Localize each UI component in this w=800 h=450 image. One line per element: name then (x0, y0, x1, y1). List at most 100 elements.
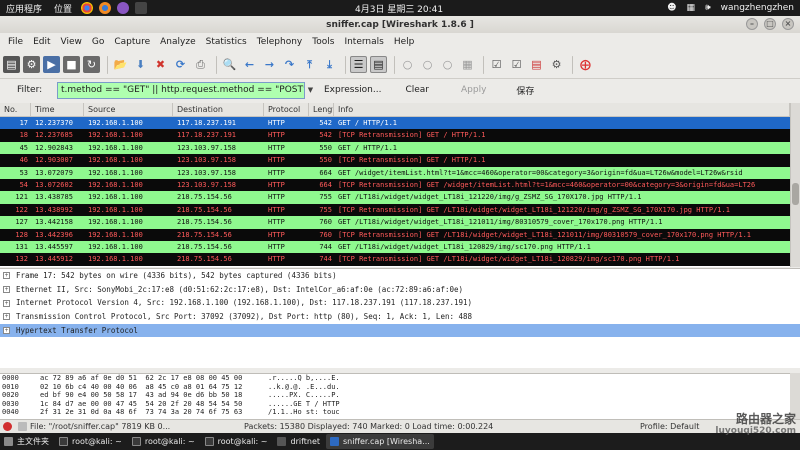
task-home-folder[interactable]: 主文件夹 (0, 434, 53, 449)
volume-icon[interactable]: 🕪 (705, 3, 711, 13)
zoom-normal-icon[interactable]: ○ (439, 56, 456, 73)
hex-row[interactable]: 0000 ac 72 89 a6 af 0e d0 51 62 2c 17 e8 … (0, 374, 790, 383)
column-header-info[interactable]: Info (334, 103, 790, 116)
goto-icon[interactable]: ↷ (281, 56, 298, 73)
save-file-icon[interactable]: ⬇ (132, 56, 149, 73)
detail-row[interactable]: + Frame 17: 542 bytes on wire (4336 bits)… (0, 269, 800, 283)
expert-info-icon[interactable] (3, 422, 12, 431)
table-row[interactable]: 17 12.237370 192.168.1.100 117.18.237.191 HT… (0, 117, 790, 130)
first-packet-icon[interactable]: ⤒ (301, 56, 318, 73)
apply-button[interactable]: Apply (461, 85, 486, 95)
table-row[interactable]: 128 13.442396 192.168.1.100 218.75.154.56 HT… (0, 228, 790, 241)
menu-analyze[interactable]: Analyze (155, 37, 200, 47)
media-player-icon[interactable] (117, 2, 130, 14)
table-row[interactable]: 54 13.072602 192.168.1.100 123.103.97.158 HT… (0, 178, 790, 192)
preferences-icon[interactable]: ⚙ (548, 56, 565, 73)
task-driftnet[interactable]: driftnet (273, 434, 324, 449)
minimize-icon[interactable]: – (746, 18, 758, 30)
start-capture-icon[interactable]: ▶ (43, 56, 60, 73)
network-icon[interactable]: ▦ (686, 3, 695, 13)
task-terminal-2[interactable]: root@kali: ~ (128, 434, 199, 449)
maximize-icon[interactable]: □ (764, 18, 776, 30)
menu-edit[interactable]: Edit (28, 37, 55, 47)
expand-icon[interactable]: + (3, 272, 10, 280)
back-icon[interactable]: ← (241, 56, 258, 73)
menu-telephony[interactable]: Telephony (252, 37, 308, 47)
save-filter-button[interactable]: 保存 (516, 84, 534, 97)
scrollbar-thumb[interactable] (792, 183, 799, 205)
close-icon[interactable]: × (782, 18, 794, 30)
menu-internals[interactable]: Internals (339, 37, 388, 47)
table-row[interactable]: 46 12.903007 192.168.1.100 123.103.97.158 HT… (0, 154, 790, 167)
detail-row[interactable]: + Ethernet II, Src: SonyMobi_2c:17:e8 (d0… (0, 283, 800, 297)
find-icon[interactable]: 🔍 (221, 56, 238, 73)
interface-list-icon[interactable]: ▤ (3, 56, 20, 73)
open-file-icon[interactable]: 📂 (112, 56, 129, 73)
close-file-icon[interactable]: ✖ (152, 56, 169, 73)
column-header-protocol[interactable]: Protocol (264, 103, 309, 116)
coloring-rules-icon[interactable]: ▤ (528, 56, 545, 73)
last-packet-icon[interactable]: ⤓ (321, 56, 338, 73)
expand-icon[interactable]: + (3, 299, 10, 307)
capture-filters-icon[interactable]: ☑ (488, 56, 505, 73)
task-wireshark[interactable]: sniffer.cap [Wiresha... (326, 434, 434, 449)
hex-row[interactable]: 0030 1c 84 d7 ae 00 00 47 45 54 20 2f 20 … (0, 400, 790, 409)
colorize-icon[interactable]: ☰ (350, 56, 367, 73)
table-row[interactable]: 122 13.438992 192.168.1.100 218.75.154.56 HT… (0, 203, 790, 217)
table-row[interactable]: 132 13.445912 192.168.1.100 218.75.154.56 HT… (0, 253, 790, 266)
table-row[interactable]: 127 13.442158 192.168.1.100 218.75.154.56 HT… (0, 216, 790, 229)
table-row[interactable]: 121 13.438785 192.168.1.100 218.75.154.56 HT… (0, 191, 790, 204)
column-header-no[interactable]: No. (0, 103, 31, 116)
forward-icon[interactable]: → (261, 56, 278, 73)
table-row[interactable]: 53 13.072079 192.168.1.100 123.103.97.158 HT… (0, 166, 790, 179)
clock[interactable]: 4月3日 星期三 20:41 (355, 2, 443, 15)
chevron-down-icon[interactable]: ▼ (305, 82, 316, 99)
table-row[interactable]: 45 12.902843 192.168.1.100 123.103.97.158 HT… (0, 141, 790, 155)
filter-input[interactable]: t.method == "GET" || http.request.method… (57, 81, 305, 99)
accessibility-icon[interactable]: ☻ (667, 3, 676, 13)
table-row[interactable]: 131 13.445597 192.168.1.100 218.75.154.56 HT… (0, 240, 790, 254)
packet-list[interactable]: 17 12.237370 192.168.1.100 117.18.237.191 HT… (0, 117, 790, 267)
column-header-destination[interactable]: Destination (173, 103, 264, 116)
expression-button[interactable]: Expression... (324, 85, 381, 95)
column-header-time[interactable]: Time (31, 103, 84, 116)
menu-view[interactable]: View (56, 37, 87, 47)
resize-columns-icon[interactable]: ▦ (459, 56, 476, 73)
packet-list-scrollbar[interactable] (790, 103, 800, 267)
display-filters-icon[interactable]: ☑ (508, 56, 525, 73)
applications-menu[interactable]: 应用程序 (0, 2, 48, 15)
chrome-icon[interactable] (81, 2, 94, 14)
table-row[interactable]: 18 12.237685 192.168.1.100 117.18.237.191 HT… (0, 129, 790, 142)
detail-row[interactable]: + Hypertext Transfer Protocol (0, 323, 800, 338)
expand-icon[interactable]: + (3, 286, 10, 294)
iceweasel-icon[interactable] (99, 2, 112, 14)
detail-row[interactable]: + Internet Protocol Version 4, Src: 192.1… (0, 296, 800, 310)
stop-capture-icon[interactable]: ■ (63, 56, 80, 73)
expand-icon[interactable]: + (3, 313, 10, 321)
print-icon[interactable]: ⎙ (192, 56, 209, 73)
menu-go[interactable]: Go (87, 37, 109, 47)
autoscroll-icon[interactable]: ▤ (370, 56, 387, 73)
zoom-out-icon[interactable]: ○ (419, 56, 436, 73)
menu-help[interactable]: Help (389, 37, 420, 47)
zoom-in-icon[interactable]: ○ (399, 56, 416, 73)
expand-icon[interactable]: + (3, 327, 10, 335)
help-icon[interactable]: ⨁ (577, 56, 594, 73)
places-menu[interactable]: 位置 (48, 2, 78, 15)
clear-button[interactable]: Clear (405, 85, 429, 95)
detail-row[interactable]: + Transmission Control Protocol, Src Port… (0, 310, 800, 324)
packet-bytes[interactable]: 0000 ac 72 89 a6 af 0e d0 51 62 2c 17 e8 … (0, 373, 790, 419)
packet-details[interactable]: + Frame 17: 542 bytes on wire (4336 bits)… (0, 268, 800, 368)
column-header-length[interactable]: Lengtl (309, 103, 334, 116)
comments-icon[interactable] (18, 422, 27, 431)
menu-file[interactable]: File (3, 37, 28, 47)
hex-row[interactable]: 0040 2f 31 2e 31 0d 0a 48 6f 73 74 3a 20 … (0, 408, 790, 417)
hex-row[interactable]: 0020 ed bf 90 e4 00 50 58 17 43 ad 94 0e … (0, 391, 790, 400)
window-titlebar[interactable]: sniffer.cap [Wireshark 1.8.6 ] – □ × (0, 16, 800, 33)
hex-row[interactable]: 0010 02 10 6b c4 40 00 40 06 a8 45 c0 a8 … (0, 383, 790, 392)
menu-statistics[interactable]: Statistics (201, 37, 252, 47)
task-terminal-1[interactable]: root@kali: ~ (55, 434, 126, 449)
menu-tools[interactable]: Tools (307, 37, 339, 47)
terminal-icon[interactable] (135, 2, 148, 14)
user-menu[interactable]: wangzhengzhen (721, 3, 794, 13)
